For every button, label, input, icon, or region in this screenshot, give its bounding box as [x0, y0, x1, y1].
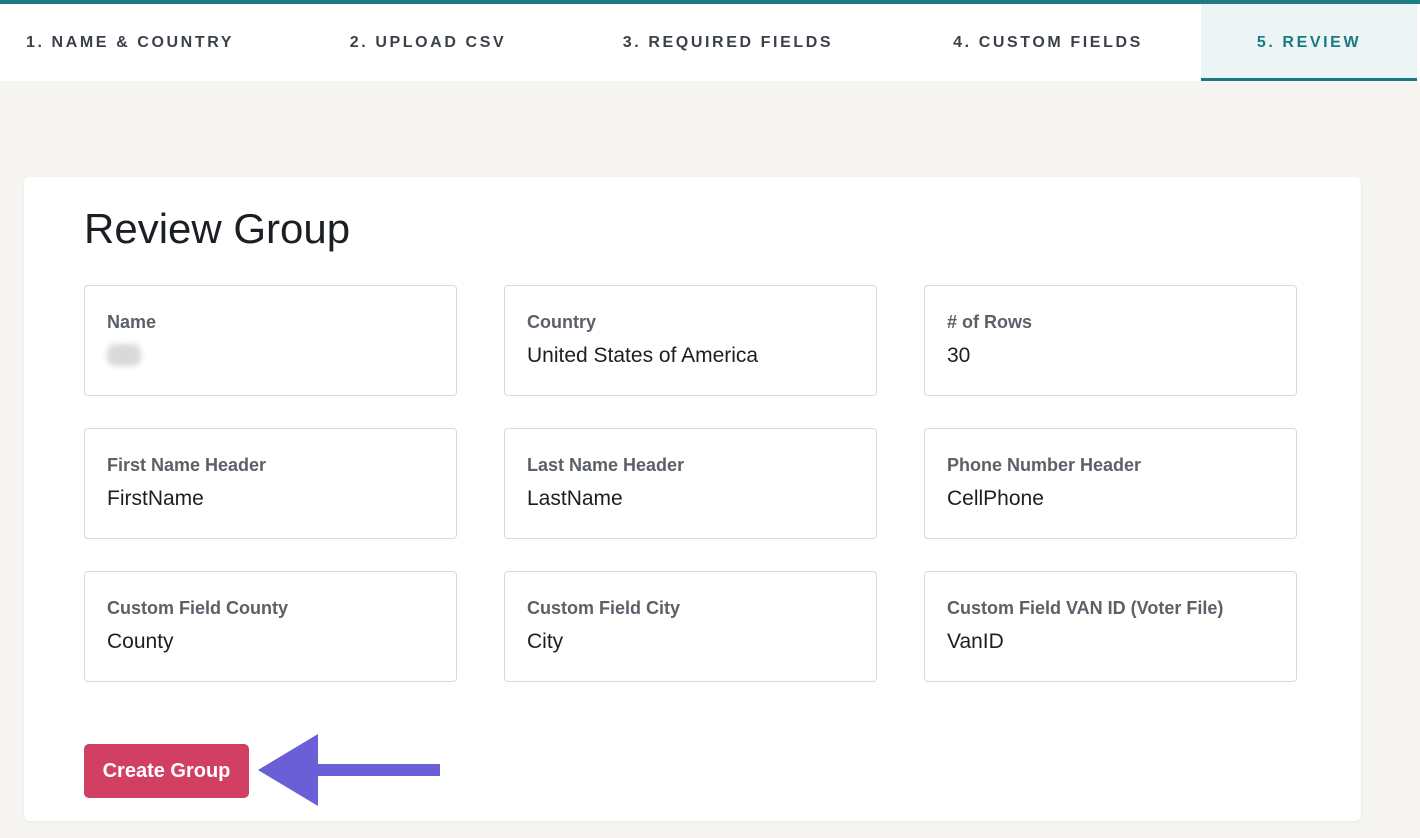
field-value: LastName: [527, 487, 623, 510]
field-card-custom-county: Custom Field County County: [84, 571, 457, 682]
field-value: 30: [947, 344, 971, 367]
field-label: Name: [107, 312, 157, 332]
field-card-first-name-header: First Name Header FirstName: [84, 428, 457, 539]
field-card-phone-header: Phone Number Header CellPhone: [924, 428, 1297, 539]
field-value-redacted: [107, 344, 141, 372]
field-label: Phone Number Header: [947, 455, 1142, 475]
field-label: Custom Field City: [527, 598, 681, 618]
field-label: Custom Field VAN ID (Voter File): [947, 598, 1224, 618]
field-value: CellPhone: [947, 487, 1044, 510]
field-label: Custom Field County: [107, 598, 288, 618]
field-value: County: [107, 630, 174, 653]
step-custom-fields[interactable]: 4. CUSTOM FIELDS: [928, 4, 1168, 81]
field-card-custom-city: Custom Field City City: [504, 571, 877, 682]
step-review[interactable]: 5. REVIEW: [1201, 4, 1417, 81]
field-value: VanID: [947, 630, 1004, 653]
field-card-last-name-header: Last Name Header LastName: [504, 428, 877, 539]
page-title: Review Group: [84, 205, 351, 252]
field-label: # of Rows: [947, 312, 1033, 332]
field-value: United States of America: [527, 344, 759, 367]
step-upload-csv[interactable]: 2. UPLOAD CSV: [322, 4, 534, 81]
step-required-fields[interactable]: 3. REQUIRED FIELDS: [600, 4, 856, 81]
field-card-name: Name: [84, 285, 457, 396]
field-label: Country: [527, 312, 596, 332]
field-label: First Name Header: [107, 455, 267, 475]
field-value: City: [527, 630, 564, 653]
redacted-name-value: [107, 344, 141, 366]
create-group-button[interactable]: Create Group: [84, 744, 249, 798]
field-card-row-count: # of Rows 30: [924, 285, 1297, 396]
field-card-country: Country United States of America: [504, 285, 877, 396]
field-card-custom-van-id: Custom Field VAN ID (Voter File) VanID: [924, 571, 1297, 682]
field-label: Last Name Header: [527, 455, 685, 475]
field-value: FirstName: [107, 487, 204, 510]
review-card: Review Group Name Country United States …: [24, 177, 1361, 821]
step-name-country[interactable]: 1. NAME & COUNTRY: [0, 4, 260, 81]
left-arrow-icon: [258, 734, 440, 806]
wizard-stepper: 1. NAME & COUNTRY 2. UPLOAD CSV 3. REQUI…: [0, 4, 1420, 81]
